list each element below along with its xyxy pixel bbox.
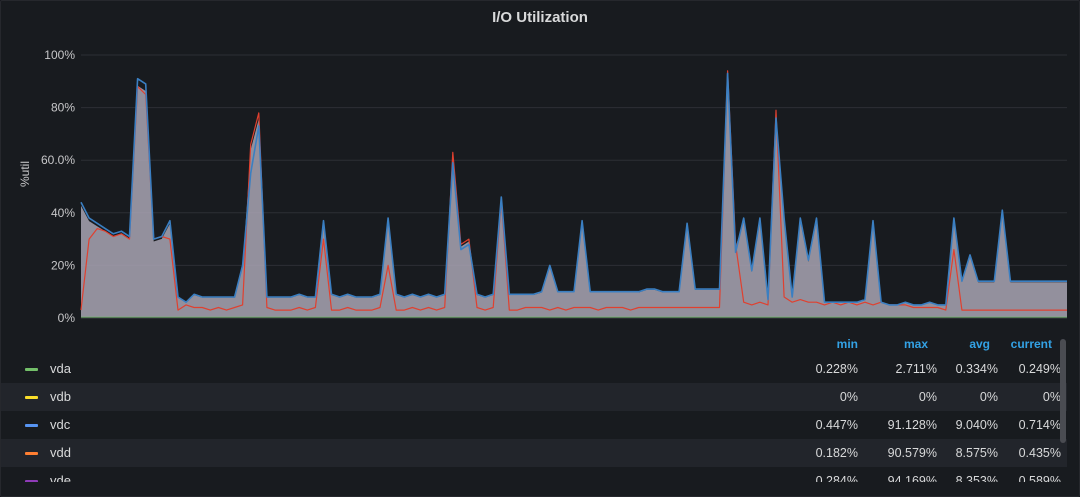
series-line-vde bbox=[80, 70, 1067, 311]
y-tick-label: 100% bbox=[44, 48, 75, 62]
graph-panel: I/O Utilization %util 0% 20% 40% 60.0% 80% 10… bbox=[0, 0, 1080, 497]
y-tick-label: 40% bbox=[51, 206, 75, 220]
panel-title[interactable]: I/O Utilization bbox=[1, 9, 1079, 26]
series-color-swatch bbox=[25, 368, 38, 371]
series-min: 0.182% bbox=[815, 446, 858, 460]
series-current: 0% bbox=[1042, 390, 1061, 404]
series-current: 0.249% bbox=[1018, 362, 1061, 376]
series-name[interactable]: vdc bbox=[50, 417, 70, 432]
legend-row[interactable]: vde 0.284% 94.169% 8.353% 0.589% bbox=[1, 467, 1067, 482]
series-color-swatch bbox=[25, 480, 38, 482]
series-color-swatch bbox=[25, 452, 38, 455]
legend-row[interactable]: vda 0.228% 2.711% 0.334% 0.249% bbox=[1, 355, 1067, 383]
plot-area[interactable]: 0% 20% 40% 60.0% 80% 100% bbox=[1, 41, 1079, 333]
utilization-area bbox=[81, 78, 1067, 318]
y-tick-label: 0% bbox=[58, 311, 76, 325]
legend-row[interactable]: vdb 0% 0% 0% 0% bbox=[1, 383, 1067, 411]
series-color-swatch bbox=[25, 424, 38, 427]
series-name[interactable]: vda bbox=[50, 361, 71, 376]
legend-row[interactable]: vdd 0.182% 90.579% 8.575% 0.435% bbox=[1, 439, 1067, 467]
series-name[interactable]: vdb bbox=[50, 389, 71, 404]
series-current: 0.589% bbox=[1018, 474, 1061, 482]
y-tick-label: 80% bbox=[51, 101, 75, 115]
series-min: 0.284% bbox=[815, 474, 858, 482]
y-tick-label: 20% bbox=[51, 258, 75, 272]
series-current: 0.435% bbox=[1018, 446, 1061, 460]
series-name[interactable]: vdd bbox=[50, 445, 71, 460]
legend-header-min[interactable]: min bbox=[778, 337, 858, 351]
series-current: 0.714% bbox=[1018, 418, 1061, 432]
series-name[interactable]: vde bbox=[50, 473, 71, 482]
series-min: 0.228% bbox=[815, 362, 858, 376]
series-min: 0.447% bbox=[815, 418, 858, 432]
y-tick-label: 60.0% bbox=[41, 153, 75, 167]
legend-header-current[interactable]: current bbox=[972, 337, 1052, 351]
series-color-swatch bbox=[25, 396, 38, 399]
legend-row[interactable]: vdc 0.447% 91.128% 9.040% 0.714% bbox=[1, 411, 1067, 439]
legend-table: min max avg current vda 0.228% 2.711% 0.… bbox=[1, 335, 1069, 482]
series-line-vdc bbox=[80, 72, 1067, 306]
legend-scrollbar[interactable] bbox=[1060, 339, 1066, 443]
series-min: 0% bbox=[839, 390, 858, 404]
